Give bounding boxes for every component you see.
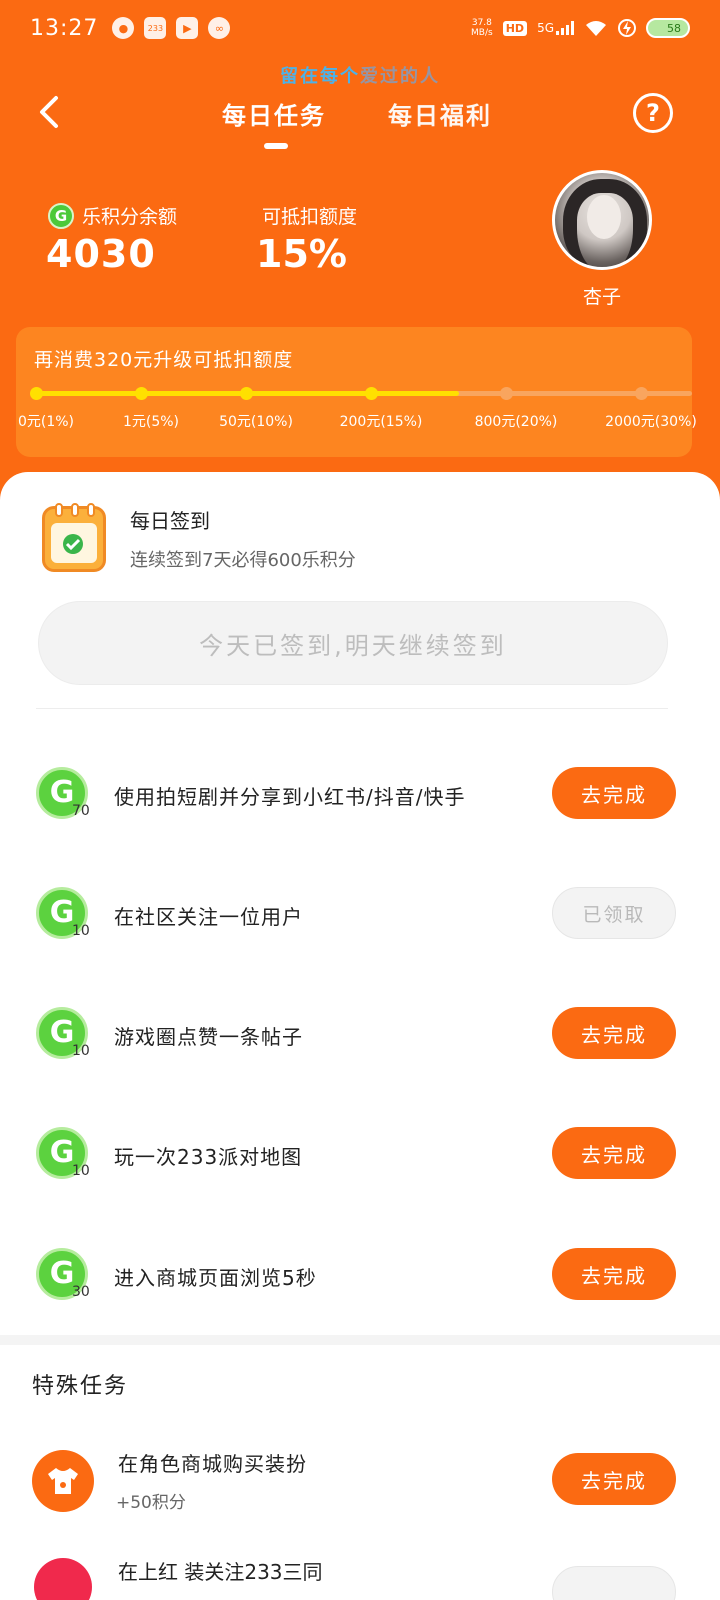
task-claimed-button[interactable]: 已领取 [552, 887, 676, 939]
wifi-icon [586, 21, 606, 36]
milestone-dot [635, 387, 648, 400]
checkin-button[interactable]: 今天已签到,明天继续签到 [38, 601, 668, 685]
network-speed: 37.8 MB/s [471, 18, 493, 38]
special-task-name: 在角色商城购买装扮 [118, 1452, 307, 1476]
level-progress-title: 再消费320元升级可抵扣额度 [34, 349, 294, 371]
app-233-icon: 233 [144, 17, 167, 39]
milestone-label: 1元(5%) [122, 414, 180, 430]
milestone-label: 0元(1%) [17, 414, 75, 430]
milestone-dot [30, 387, 43, 400]
tab-daily-welfare[interactable]: 每日福利 [388, 96, 492, 131]
milestone-label: 200元(15%) [339, 414, 423, 430]
task-name: 在社区关注一位用户 [114, 905, 303, 929]
task-go-button[interactable]: 去完成 [552, 1127, 676, 1179]
task-name: 游戏圈点赞一条帖子 [114, 1025, 303, 1049]
calendar-check-icon [42, 503, 106, 572]
task-go-button[interactable]: 去完成 [552, 1248, 676, 1300]
level-progress-card: 再消费320元升级可抵扣额度 0元(1%) 1元(5%) 50元(10%) 200元(… [16, 327, 697, 457]
task-points: 10 [72, 1163, 90, 1179]
link-icon: ∞ [208, 17, 231, 39]
special-task-go-button[interactable]: 去完成 [552, 1453, 676, 1505]
status-right-icons: 37.8 MB/s HD 5G 58 [471, 17, 690, 39]
status-time: 13:27 [30, 15, 99, 41]
deduct-limit-value: 15% [256, 232, 347, 276]
deduct-limit-label: 可抵扣额度 [262, 206, 358, 228]
task-name: 玩一次233派对地图 [114, 1145, 303, 1169]
milestone-label: 800元(20%) [474, 414, 558, 430]
points-balance-label: G 乐积分余额 [48, 202, 177, 229]
task-row: G 10 玩一次233派对地图 去完成 [0, 1127, 720, 1187]
milestone-dot [135, 387, 148, 400]
milestone-label: 2000元(30%) [605, 414, 697, 430]
points-balance-value: 4030 [46, 232, 156, 276]
shirt-icon [32, 1450, 94, 1512]
milestone-dot [240, 387, 253, 400]
task-name: 进入商城页面浏览5秒 [114, 1266, 317, 1290]
back-arrow-icon[interactable] [32, 92, 66, 132]
task-go-button[interactable]: 去完成 [552, 767, 676, 819]
task-row: G 30 进入商城页面浏览5秒 去完成 [0, 1248, 720, 1308]
avatar[interactable] [552, 170, 652, 270]
battery-icon: 58 [646, 18, 690, 38]
task-points: 10 [72, 1043, 90, 1059]
status-notification-icons: ● 233 ▶ ∞ [112, 17, 231, 39]
milestone-dot [500, 387, 513, 400]
task-row: G 10 游戏圈点赞一条帖子 去完成 [0, 1007, 720, 1067]
partial-task-button[interactable] [552, 1566, 676, 1600]
tab-daily-tasks[interactable]: 每日任务 [222, 96, 326, 131]
task-points: 30 [72, 1284, 90, 1300]
milestone-dot [365, 387, 378, 400]
task-row: G 10 在社区关注一位用户 已领取 [0, 887, 720, 947]
play-icon: ▶ [176, 17, 199, 39]
task-points: 70 [72, 803, 90, 819]
milestone-label: 50元(10%) [219, 414, 293, 430]
username: 杏子 [582, 286, 621, 308]
slogan-banner: 留在每个爱过的人 [280, 66, 440, 87]
hd-icon: HD [502, 20, 528, 36]
special-tasks-title: 特殊任务 [32, 1374, 129, 1399]
active-tab-indicator [264, 143, 288, 149]
checkin-subtitle: 连续签到7天必得600乐积分 [130, 550, 356, 571]
help-icon[interactable]: ? [633, 93, 673, 133]
checkin-title: 每日签到 [130, 509, 210, 533]
task-row: G 70 使用拍短剧并分享到小红书/抖音/快手 去完成 [0, 767, 720, 827]
g-coin-icon: G [48, 202, 74, 229]
status-bar: 13:27 ● 233 ▶ ∞ 37.8 MB/s HD 5G 58 [0, 0, 720, 56]
charging-icon [618, 19, 636, 37]
flame-app-icon: ● [112, 17, 135, 39]
divider [36, 708, 668, 709]
task-points: 10 [72, 923, 90, 939]
special-task-reward: +50积分 [116, 1493, 186, 1513]
partial-task-name: 在上红 装关注233三同 [118, 1560, 323, 1584]
signal-icon: 5G [537, 21, 574, 35]
task-go-button[interactable]: 去完成 [552, 1007, 676, 1059]
section-separator [0, 1335, 720, 1345]
task-name: 使用拍短剧并分享到小红书/抖音/快手 [114, 785, 466, 809]
